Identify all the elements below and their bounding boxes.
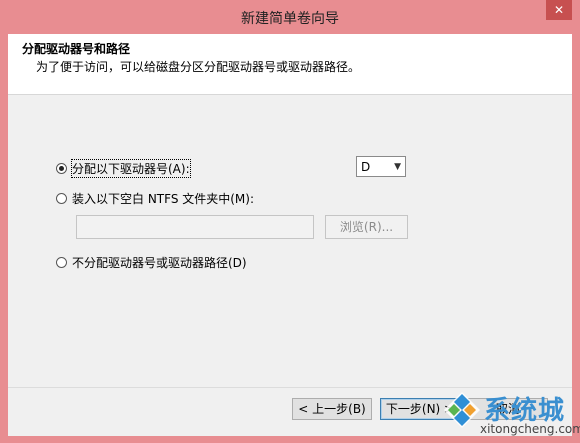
mount-folder-radio[interactable]: 装入以下空白 NTFS 文件夹中(M): — [56, 189, 254, 207]
page-title: 分配驱动器号和路径 — [22, 42, 131, 56]
chevron-down-icon: ▼ — [394, 161, 401, 172]
back-button[interactable]: < 上一步(B) — [292, 398, 372, 420]
folder-path-input[interactable] — [76, 215, 314, 239]
browse-button[interactable]: 浏览(R)... — [325, 215, 408, 239]
dialog-client-area: 分配驱动器号和路径 为了便于访问，可以给磁盘分区分配驱动器号或驱动器路径。 分配… — [8, 34, 572, 436]
window-title: 新建简单卷向导 — [241, 11, 339, 27]
radio-button[interactable] — [56, 192, 67, 204]
radio-button-checked[interactable] — [56, 162, 67, 174]
mount-folder-label[interactable]: 装入以下空白 NTFS 文件夹中(M): — [72, 190, 254, 207]
wizard-header: 分配驱动器号和路径 为了便于访问，可以给磁盘分区分配驱动器号或驱动器路径。 — [8, 34, 572, 95]
watermark-logo-icon — [444, 392, 480, 428]
watermark: 系统城 xitongcheng.com — [440, 388, 580, 443]
no-assign-label[interactable]: 不分配驱动器号或驱动器路径(D) — [72, 254, 247, 271]
assign-letter-label[interactable]: 分配以下驱动器号(A): — [71, 158, 191, 178]
close-button[interactable]: ✕ — [546, 0, 572, 20]
radio-button[interactable] — [56, 256, 67, 268]
close-icon: ✕ — [553, 3, 565, 17]
page-description: 为了便于访问，可以给磁盘分区分配驱动器号或驱动器路径。 — [36, 60, 361, 74]
title-bar[interactable]: 新建简单卷向导 ✕ — [0, 0, 580, 34]
watermark-url: xitongcheng.com — [480, 422, 580, 436]
drive-letter-select[interactable]: D ▼ — [356, 156, 406, 177]
assign-letter-radio[interactable]: 分配以下驱动器号(A): — [56, 158, 191, 178]
drive-letter-value: D — [361, 159, 371, 174]
no-assign-radio[interactable]: 不分配驱动器号或驱动器路径(D) — [56, 253, 247, 271]
